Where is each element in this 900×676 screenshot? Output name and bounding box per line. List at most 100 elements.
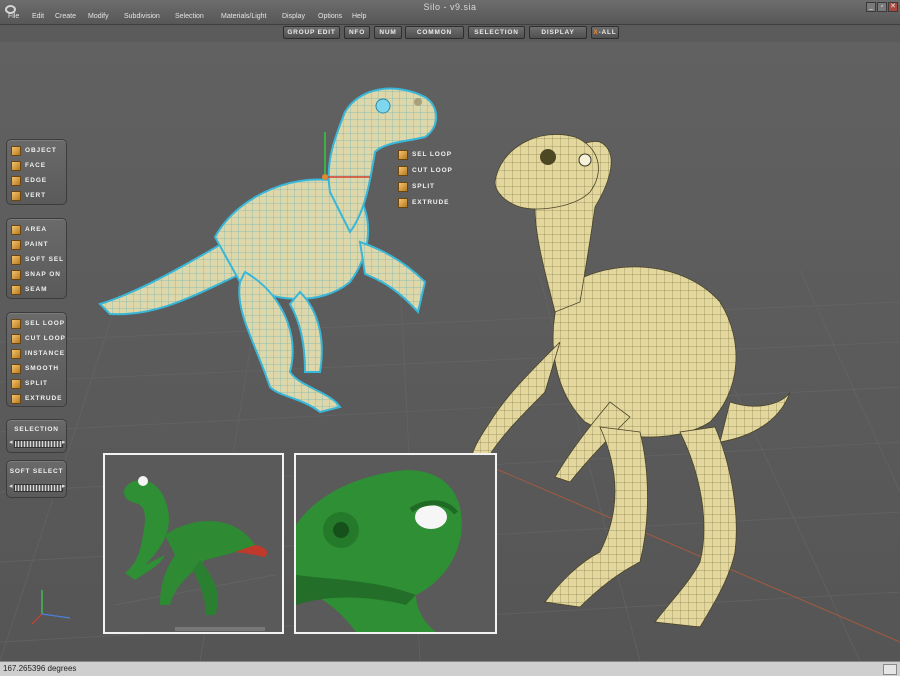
soft-slider-left-arrow-icon[interactable]: ◂	[9, 482, 13, 490]
extrude-label: EXTRUDE	[25, 395, 63, 402]
menu-materials-light[interactable]: Materials/Light	[221, 13, 267, 20]
window-title: Silo - v9.sia	[423, 2, 477, 12]
render-preview-full-body	[103, 453, 284, 634]
instance-icon	[11, 349, 21, 359]
menu-edit[interactable]: Edit	[32, 13, 44, 20]
menu-bar: Silo - v9.sia _ ▫ ✕ File Edit Create Mod…	[0, 0, 900, 25]
menu-display[interactable]: Display	[282, 13, 305, 20]
sel-loop-label: SEL LOOP	[25, 320, 65, 327]
cube-icon	[11, 146, 21, 156]
split-icon	[11, 379, 21, 389]
3d-viewport[interactable]: OBJECT FACE EDGE VERT AREA PAINT SOFT SE…	[0, 42, 900, 661]
split-label: SPLIT	[25, 380, 48, 387]
smooth-button[interactable]: SMOOTH	[10, 363, 66, 375]
soft-sel-button[interactable]: SOFT SEL	[10, 254, 66, 266]
x-all-suffix: -ALL	[598, 29, 617, 36]
selection-slider[interactable]	[14, 440, 63, 448]
menu-options[interactable]: Options	[318, 13, 342, 20]
common-button[interactable]: COMMON	[405, 26, 464, 39]
green-raptor-head-render	[296, 455, 495, 632]
cut-loop-button[interactable]: CUT LOOP	[10, 333, 66, 345]
sel-loop-button[interactable]: SEL LOOP	[10, 318, 66, 330]
soft-slider-right-arrow-icon[interactable]: ▸	[62, 482, 66, 490]
status-text: 167.265396 degrees	[3, 664, 77, 673]
smooth-icon	[11, 364, 21, 374]
seam-button[interactable]: SEAM	[10, 284, 66, 296]
sel-loop-icon	[398, 150, 408, 160]
smooth-label: SMOOTH	[25, 365, 59, 372]
context-split-label: SPLIT	[412, 183, 435, 190]
selection-toolbar-button[interactable]: SELECTION	[468, 26, 525, 39]
menu-selection[interactable]: Selection	[175, 13, 204, 20]
mode-panel: OBJECT FACE EDGE VERT	[6, 139, 67, 205]
cut-loop-icon	[398, 166, 408, 176]
instance-label: INSTANCE	[25, 350, 65, 357]
context-cut-loop-button[interactable]: CUT LOOP	[398, 165, 458, 177]
mode-edge-label: EDGE	[25, 177, 48, 184]
area-select-button[interactable]: AREA	[10, 224, 66, 236]
select-tools-panel: AREA PAINT SOFT SEL SNAP ON SEAM	[6, 218, 67, 299]
paint-icon	[11, 240, 21, 250]
seam-label: SEAM	[25, 286, 48, 293]
vertex-icon	[11, 191, 21, 201]
close-button[interactable]: ✕	[888, 2, 898, 12]
axis-widget	[31, 590, 71, 625]
paint-label: PAINT	[25, 241, 49, 248]
info-button[interactable]: NFO	[344, 26, 370, 39]
mode-object-button[interactable]: OBJECT	[10, 145, 66, 157]
context-extrude-button[interactable]: EXTRUDE	[398, 197, 458, 209]
mode-object-label: OBJECT	[25, 147, 57, 154]
menu-modify[interactable]: Modify	[88, 13, 109, 20]
soft-select-slider-label: SOFT SELECT	[9, 468, 64, 475]
context-split-button[interactable]: SPLIT	[398, 181, 458, 193]
mode-vert-button[interactable]: VERT	[10, 190, 66, 202]
menu-subdivision[interactable]: Subdivision	[124, 13, 160, 20]
face-icon	[11, 161, 21, 171]
mode-vert-label: VERT	[25, 192, 46, 199]
edit-tools-panel: SEL LOOP CUT LOOP INSTANCE SMOOTH SPLIT …	[6, 312, 67, 407]
group-edit-button[interactable]: GROUP EDIT	[283, 26, 340, 39]
context-sel-loop-label: SEL LOOP	[412, 151, 452, 158]
menu-create[interactable]: Create	[55, 13, 76, 20]
soft-sel-label: SOFT SEL	[25, 256, 64, 263]
extrude-button[interactable]: EXTRUDE	[10, 393, 66, 405]
snap-on-button[interactable]: SNAP ON	[10, 269, 66, 281]
extrude-icon	[11, 394, 21, 404]
paint-select-button[interactable]: PAINT	[10, 239, 66, 251]
status-bar: 167.265396 degrees	[0, 661, 900, 676]
status-field	[883, 664, 897, 675]
snap-icon	[11, 270, 21, 280]
selection-slider-label: SELECTION	[14, 426, 59, 433]
slider-left-arrow-icon[interactable]: ◂	[9, 438, 13, 446]
menu-file[interactable]: File	[8, 13, 19, 20]
snap-on-label: SNAP ON	[25, 271, 61, 278]
restore-button[interactable]: ▫	[877, 2, 887, 12]
x-all-button[interactable]: X-ALL	[591, 26, 619, 39]
mode-edge-button[interactable]: EDGE	[10, 175, 66, 187]
seam-icon	[11, 285, 21, 295]
extrude-icon	[398, 198, 408, 208]
soft-select-slider[interactable]	[14, 484, 63, 492]
mode-face-label: FACE	[25, 162, 46, 169]
split-icon	[398, 182, 408, 192]
instance-button[interactable]: INSTANCE	[10, 348, 66, 360]
context-sel-loop-button[interactable]: SEL LOOP	[398, 149, 458, 161]
area-icon	[11, 225, 21, 235]
sel-loop-icon	[11, 319, 21, 329]
area-label: AREA	[25, 226, 48, 233]
split-button[interactable]: SPLIT	[10, 378, 66, 390]
green-raptor-render	[105, 455, 282, 632]
mode-face-button[interactable]: FACE	[10, 160, 66, 172]
menu-help[interactable]: Help	[352, 13, 366, 20]
minimize-button[interactable]: _	[866, 2, 876, 12]
raptor-model-wireframe	[469, 134, 791, 628]
display-button[interactable]: DISPLAY	[529, 26, 587, 39]
selection-slider-panel: SELECTION ◂ ▸	[6, 419, 67, 453]
soft-select-slider-panel: SOFT SELECT ◂ ▸	[6, 460, 67, 498]
slider-right-arrow-icon[interactable]: ▸	[62, 438, 66, 446]
cut-loop-label: CUT LOOP	[25, 335, 66, 342]
num-button[interactable]: NUM	[374, 26, 402, 39]
edge-icon	[11, 176, 21, 186]
soft-select-icon	[11, 255, 21, 265]
context-cut-loop-label: CUT LOOP	[412, 167, 453, 174]
